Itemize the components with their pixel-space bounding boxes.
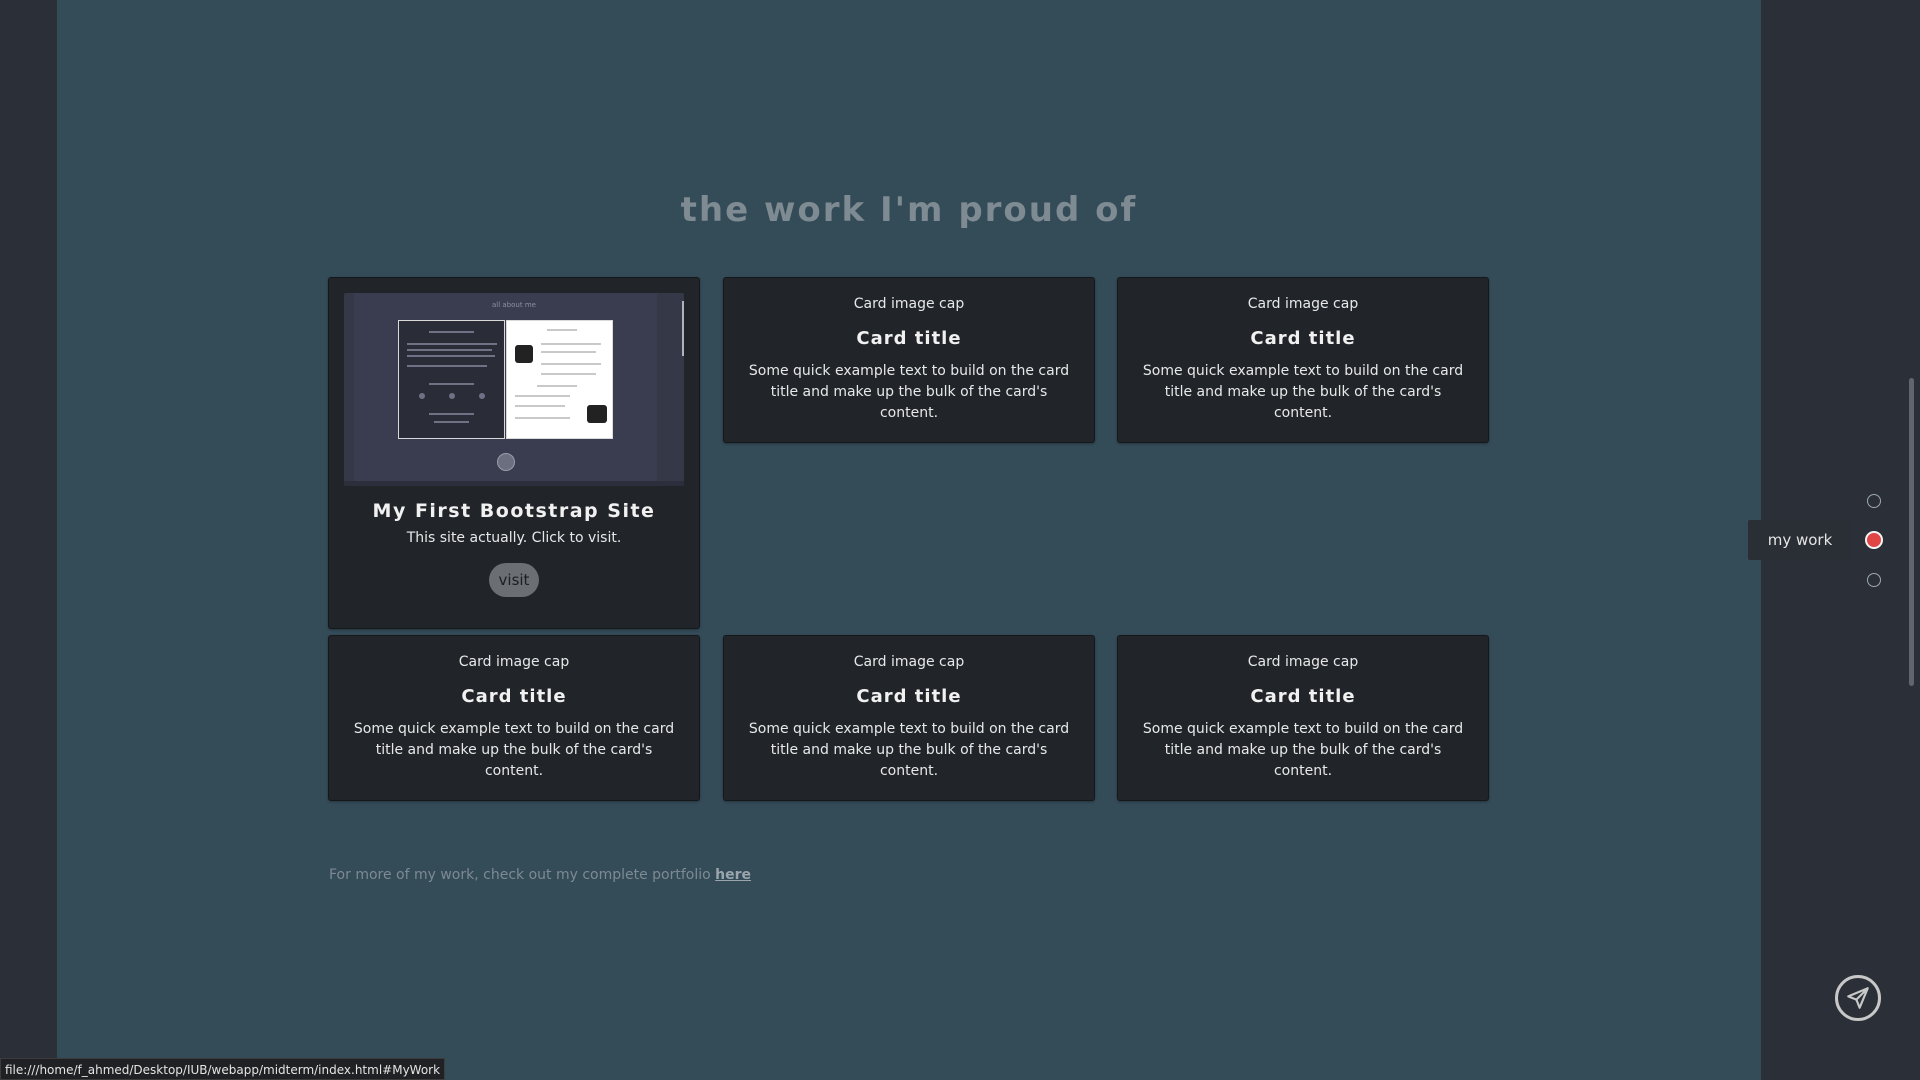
send-message-button[interactable] bbox=[1835, 975, 1881, 1021]
card-image-cap: Card image cap bbox=[853, 654, 965, 670]
card-title: Card title bbox=[856, 686, 962, 707]
card-title: Card title bbox=[1250, 328, 1356, 349]
portfolio-note: For more of my work, check out my comple… bbox=[329, 867, 751, 883]
card-text: Some quick example text to build on the … bbox=[748, 721, 1070, 779]
project-card: Card image cap Card title Some quick exa… bbox=[1117, 635, 1489, 801]
card-image-cap: Card image cap bbox=[458, 654, 570, 670]
card-image-cap: Card image cap bbox=[853, 296, 965, 312]
project-screenshot: all about me bbox=[344, 293, 684, 486]
page-scrollbar[interactable] bbox=[1909, 378, 1914, 686]
featured-project-card: all about me My First Bootstrap Site Thi… bbox=[328, 277, 700, 629]
card-text: Some quick example text to build on the … bbox=[1142, 363, 1464, 421]
main-section: the work I'm proud of all about me My Fi… bbox=[57, 0, 1761, 1080]
project-card: Card image cap Card title Some quick exa… bbox=[723, 635, 1095, 801]
project-card: Card image cap Card title Some quick exa… bbox=[723, 277, 1095, 443]
paper-plane-icon bbox=[1847, 987, 1869, 1009]
section-title: the work I'm proud of bbox=[680, 190, 1138, 230]
portfolio-link[interactable]: here bbox=[715, 867, 751, 883]
nav-dot-bottom[interactable] bbox=[1867, 573, 1881, 587]
card-title: Card title bbox=[461, 686, 567, 707]
card-image-cap: Card image cap bbox=[1247, 654, 1359, 670]
featured-card-title: My First Bootstrap Site bbox=[372, 500, 656, 522]
card-title: Card title bbox=[856, 328, 962, 349]
card-title: Card title bbox=[1250, 686, 1356, 707]
nav-dot-top[interactable] bbox=[1867, 494, 1881, 508]
left-gutter bbox=[0, 0, 57, 1080]
project-card: Card image cap Card title Some quick exa… bbox=[328, 635, 700, 801]
project-card: Card image cap Card title Some quick exa… bbox=[1117, 277, 1489, 443]
card-image-cap: Card image cap bbox=[1247, 296, 1359, 312]
card-text: Some quick example text to build on the … bbox=[748, 363, 1070, 421]
portfolio-note-text: For more of my work, check out my comple… bbox=[329, 867, 716, 883]
nav-dot-label: my work bbox=[1748, 520, 1852, 560]
nav-dot-my-work[interactable] bbox=[1865, 531, 1883, 549]
card-text: Some quick example text to build on the … bbox=[1142, 721, 1464, 779]
visit-button[interactable]: visit bbox=[489, 563, 539, 597]
featured-card-text: This site actually. Click to visit. bbox=[406, 530, 622, 546]
card-text: Some quick example text to build on the … bbox=[353, 721, 675, 779]
status-bar-url: file:///home/f_ahmed/Desktop/IUB/webapp/… bbox=[0, 1058, 446, 1080]
screenshot-heading: all about me bbox=[492, 301, 536, 309]
